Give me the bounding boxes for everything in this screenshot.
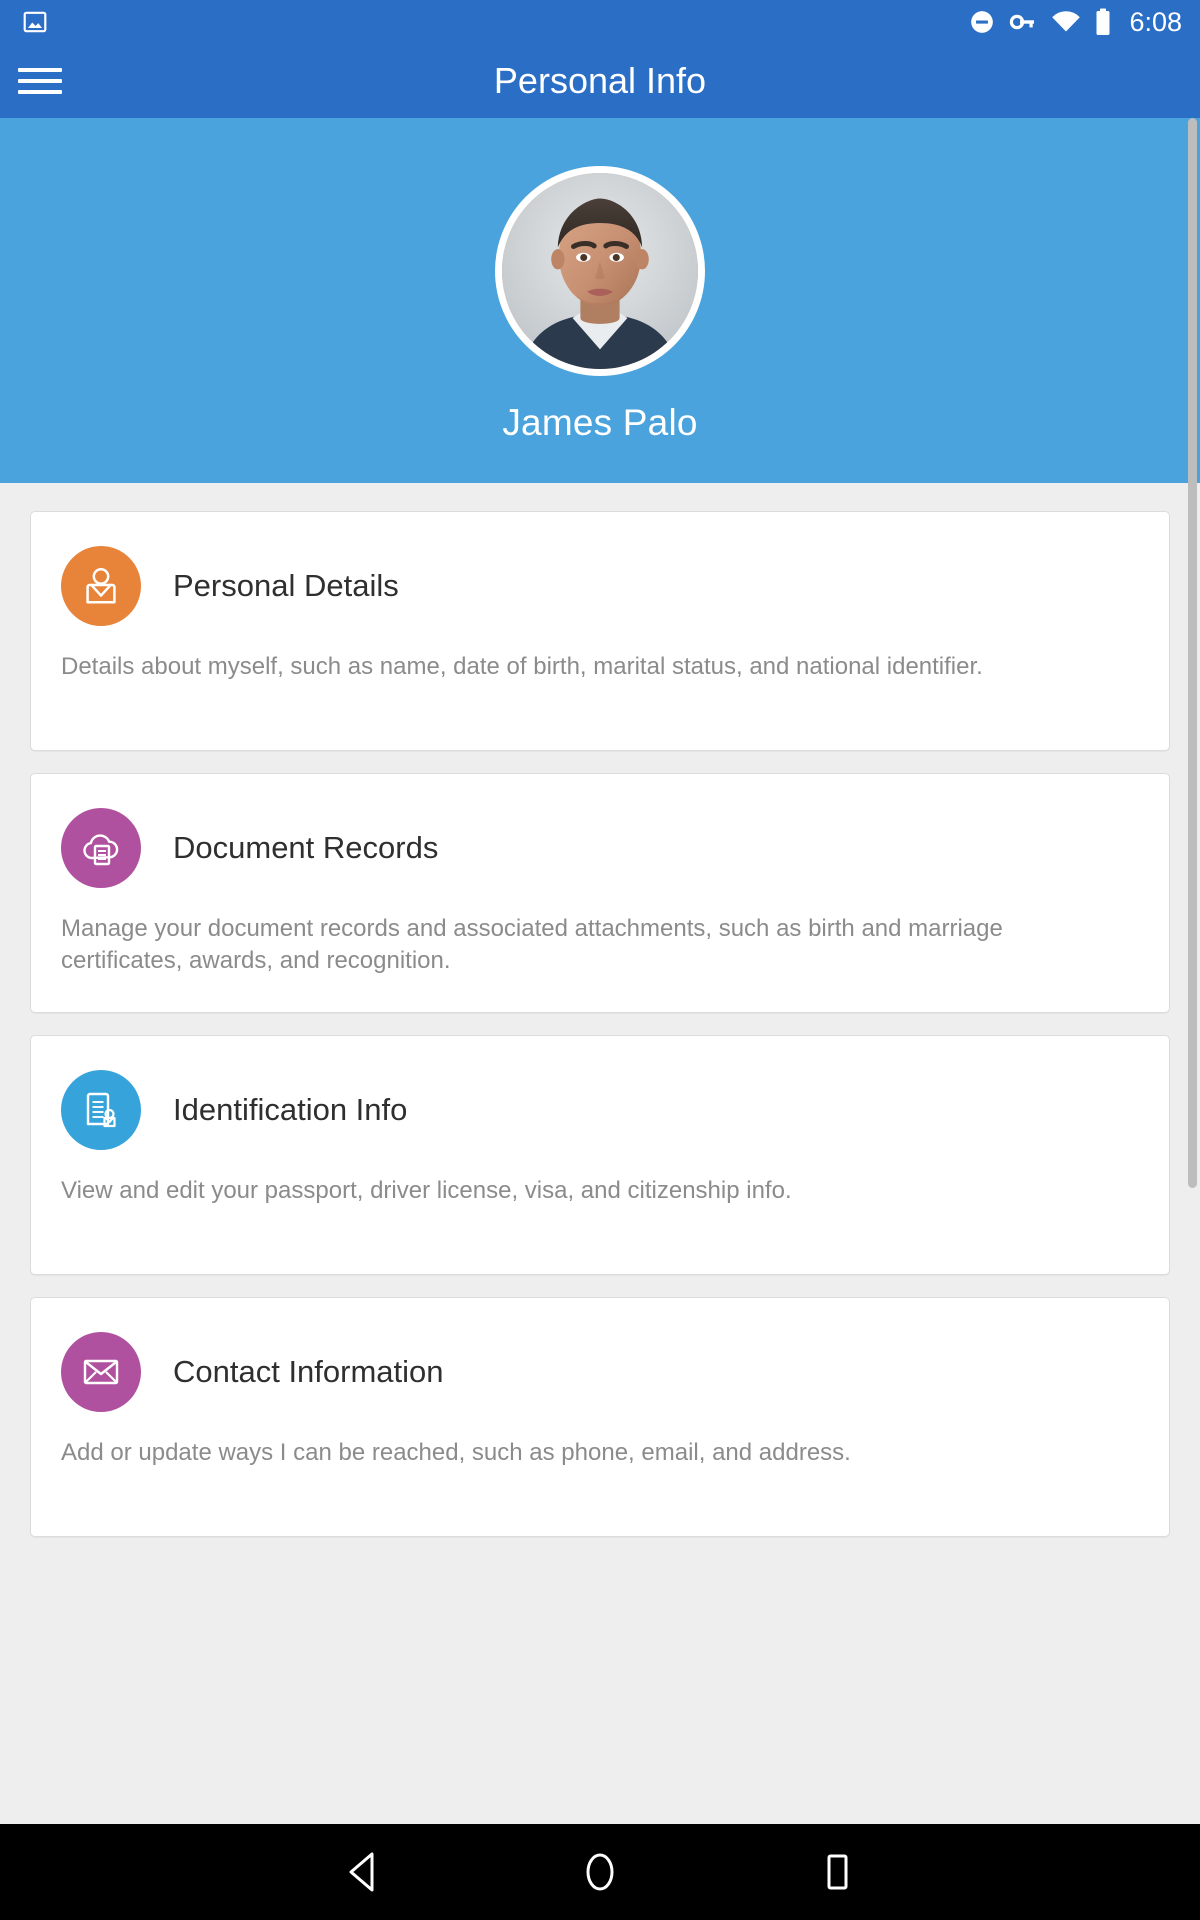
hamburger-line bbox=[18, 90, 62, 94]
hamburger-line bbox=[18, 68, 62, 72]
card-title: Personal Details bbox=[173, 568, 399, 603]
cloud-document-icon bbox=[61, 808, 141, 888]
card-identification-info[interactable]: Identification Info View and edit your p… bbox=[30, 1035, 1170, 1275]
card-title: Identification Info bbox=[173, 1092, 408, 1127]
card-description: Manage your document records and associa… bbox=[61, 915, 1003, 974]
image-icon bbox=[22, 9, 48, 35]
avatar-photo bbox=[502, 173, 698, 369]
id-document-icon bbox=[61, 1070, 141, 1150]
card-header: Document Records bbox=[61, 808, 1137, 888]
card-document-records[interactable]: Document Records Manage your document re… bbox=[30, 773, 1170, 1013]
do-not-disturb-icon bbox=[969, 9, 995, 35]
app-root: 6:08 Personal Info James Palo Personal D… bbox=[0, 0, 1200, 1920]
status-bar-notifications bbox=[22, 9, 48, 35]
hamburger-menu-icon[interactable] bbox=[18, 64, 62, 98]
profile-banner: James Palo bbox=[0, 118, 1200, 483]
hamburger-line bbox=[18, 79, 62, 83]
status-bar-clock: 6:08 bbox=[1129, 6, 1182, 37]
card-header: Personal Details bbox=[61, 546, 1137, 626]
user-photo-avatar bbox=[502, 173, 698, 369]
battery-icon bbox=[1095, 8, 1111, 36]
card-title: Contact Information bbox=[173, 1354, 444, 1389]
wifi-icon bbox=[1051, 9, 1081, 35]
scroll-viewport[interactable]: James Palo Personal Details Details abou bbox=[0, 118, 1200, 1824]
avatar[interactable] bbox=[495, 166, 705, 376]
scrollbar[interactable] bbox=[1188, 118, 1197, 1824]
card-title: Document Records bbox=[173, 830, 439, 865]
home-circle-icon[interactable] bbox=[565, 1837, 635, 1907]
profile-name: James Palo bbox=[502, 402, 698, 443]
status-bar-system-icons: 6:08 bbox=[969, 7, 1182, 38]
envelope-icon bbox=[61, 1332, 141, 1412]
back-triangle-icon[interactable] bbox=[329, 1837, 399, 1907]
android-navigation-bar bbox=[0, 1824, 1200, 1920]
person-outline-icon bbox=[61, 546, 141, 626]
vpn-key-icon bbox=[1009, 9, 1037, 35]
card-personal-details[interactable]: Personal Details Details about myself, s… bbox=[30, 511, 1170, 751]
page-title: Personal Info bbox=[493, 60, 707, 101]
card-header: Contact Information bbox=[61, 1332, 1137, 1412]
info-cards-list: Personal Details Details about myself, s… bbox=[0, 483, 1200, 1537]
card-description: View and edit your passport, driver lice… bbox=[61, 1177, 792, 1204]
card-contact-information[interactable]: Contact Information Add or update ways I… bbox=[30, 1297, 1170, 1537]
status-bar: 6:08 bbox=[0, 0, 1200, 44]
card-description: Details about myself, such as name, date… bbox=[61, 653, 983, 680]
card-header: Identification Info bbox=[61, 1070, 1137, 1150]
recents-square-icon[interactable] bbox=[801, 1837, 871, 1907]
app-toolbar: Personal Info bbox=[0, 44, 1200, 118]
scrollbar-thumb[interactable] bbox=[1188, 118, 1197, 1188]
card-description: Add or update ways I can be reached, suc… bbox=[61, 1439, 851, 1466]
